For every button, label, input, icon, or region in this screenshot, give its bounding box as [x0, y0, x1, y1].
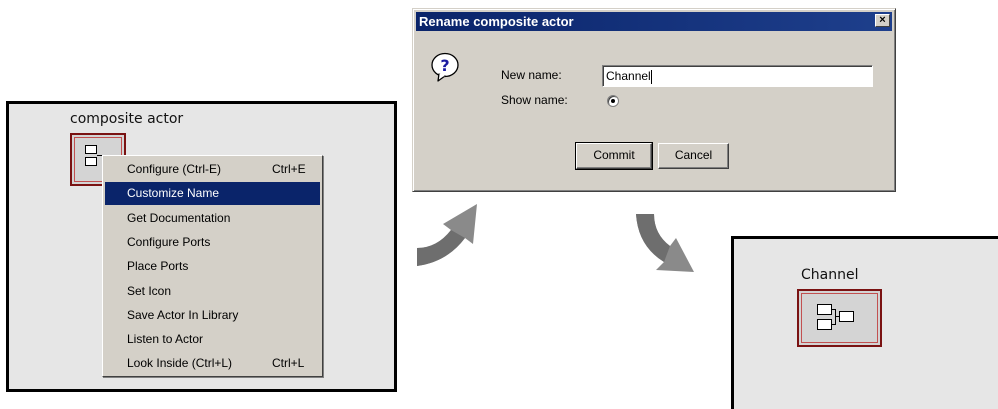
- question-icon: ?: [431, 52, 459, 82]
- menu-item-label: Configure (Ctrl-E): [127, 162, 222, 176]
- dialog-title: Rename composite actor: [419, 14, 574, 29]
- menu-item-label: Get Documentation: [127, 210, 231, 225]
- menu-item-label: Look Inside (Ctrl+L): [127, 356, 233, 371]
- new-name-input[interactable]: Channel: [602, 65, 873, 87]
- menu-item[interactable]: Save Actor In Library: [105, 304, 320, 327]
- menu-item[interactable]: Configure (Ctrl-E) Ctrl+E: [105, 158, 320, 181]
- menu-item[interactable]: Listen to Actor: [105, 328, 320, 351]
- close-button[interactable]: ×: [875, 14, 890, 27]
- actor-name-label: Channel: [801, 267, 859, 283]
- text-caret: [650, 69, 652, 84]
- show-name-radio[interactable]: [607, 95, 619, 107]
- menu-item-label: Listen to Actor: [127, 332, 204, 347]
- canvas-panel-before: composite actor Configure (Ctrl-E) Ctrl+E…: [6, 101, 397, 392]
- dialog-title-bar[interactable]: Rename composite actor ×: [416, 12, 892, 31]
- radio-dot-icon: [611, 99, 615, 103]
- menu-item-label: Customize Name: [127, 186, 220, 201]
- cancel-button[interactable]: Cancel: [658, 143, 729, 169]
- rename-dialog: Rename composite actor × ? New name: Cha…: [412, 8, 896, 192]
- canvas-panel-after: Channel: [731, 236, 998, 409]
- curved-arrow-icon: [417, 204, 477, 266]
- new-name-label: New name:: [501, 68, 562, 82]
- menu-item[interactable]: Customize Name: [105, 182, 320, 206]
- menu-item-label: Set Icon: [127, 283, 172, 298]
- menu-item-label: Configure Ports: [127, 234, 211, 249]
- menu-item[interactable]: Look Inside (Ctrl+L) Ctrl+L: [105, 352, 320, 375]
- menu-item[interactable]: Set Icon: [105, 280, 320, 303]
- menu-item-shortcut: Ctrl+L: [272, 356, 305, 371]
- menu-item-label: Place Ports: [127, 259, 189, 274]
- composite-glyph-icon: [817, 304, 867, 336]
- menu-item-shortcut: Ctrl+E: [272, 162, 306, 176]
- commit-button[interactable]: Commit: [575, 142, 653, 170]
- new-name-value: Channel: [606, 69, 651, 83]
- menu-item-label: Save Actor In Library: [127, 307, 239, 322]
- svg-text:?: ?: [440, 56, 449, 75]
- actor-name-label: composite actor: [70, 111, 184, 127]
- context-menu: Configure (Ctrl-E) Ctrl+E Customize Name Ge…: [102, 155, 323, 377]
- curved-arrow-icon: [636, 214, 694, 272]
- menu-item[interactable]: Place Ports: [105, 255, 320, 278]
- menu-item[interactable]: Get Documentation: [105, 207, 320, 230]
- composite-actor-icon[interactable]: [797, 289, 882, 347]
- menu-item[interactable]: Configure Ports: [105, 231, 320, 254]
- show-name-label: Show name:: [501, 93, 568, 107]
